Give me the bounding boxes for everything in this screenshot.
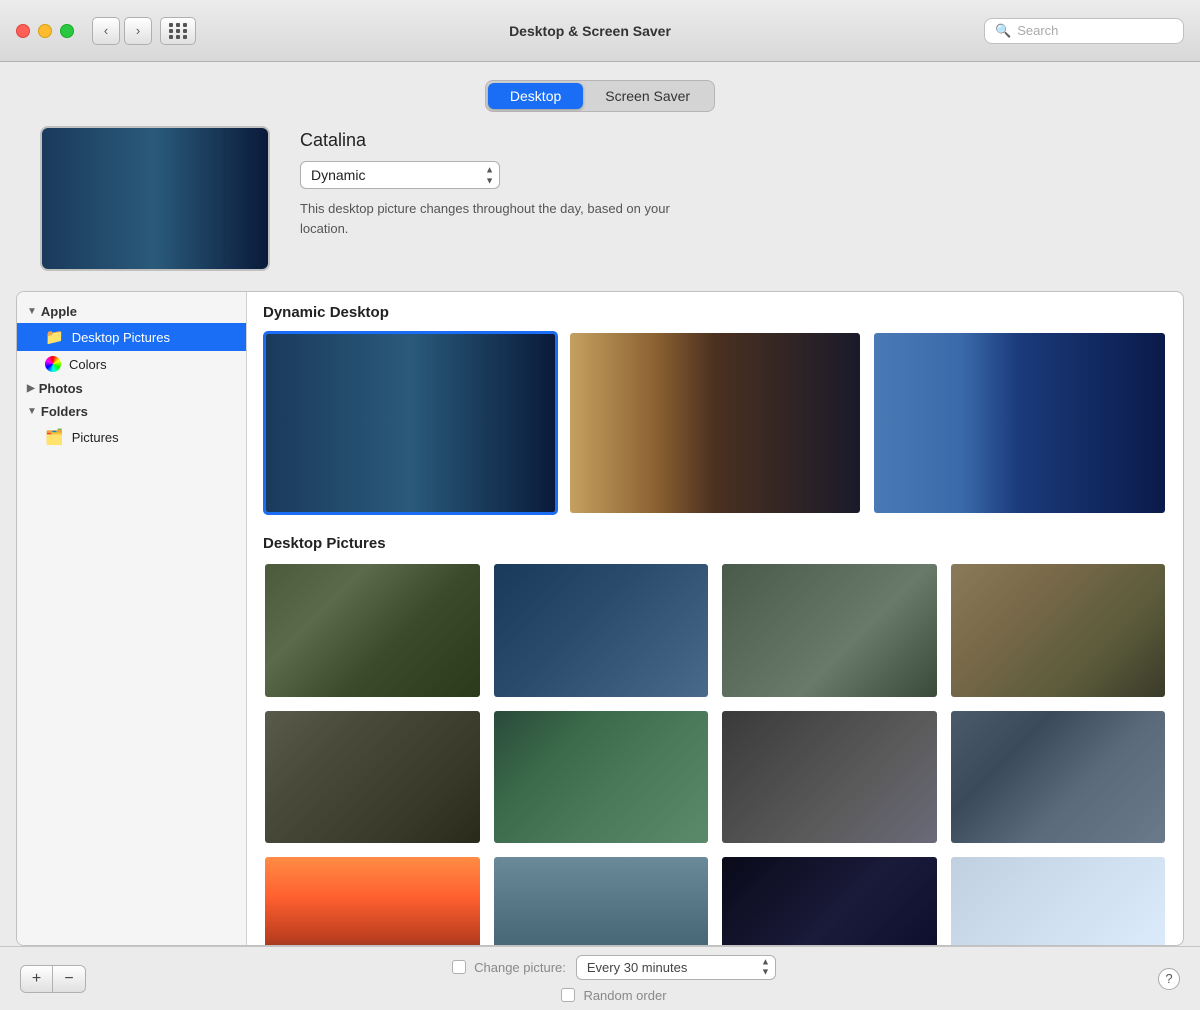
- nav-buttons: ‹ ›: [92, 17, 152, 45]
- preview-area: Catalina Dynamic Light (Still) Dark (Sti…: [0, 126, 1200, 291]
- change-picture-label: Change picture:: [474, 960, 566, 975]
- dynamic-thumb-3-image: [874, 333, 1165, 513]
- sidebar: ▼ Apple 📁 Desktop Pictures Colors ▶ Phot…: [17, 292, 247, 945]
- triangle-icon-folders: ▼: [27, 406, 37, 417]
- desktop-thumb-12[interactable]: [949, 855, 1168, 945]
- wallpaper-grid: Dynamic Desktop Desktop Pictures: [247, 292, 1183, 945]
- desktop-thumb-2[interactable]: [492, 562, 711, 699]
- dynamic-desktop-title: Dynamic Desktop: [263, 304, 1167, 321]
- desktop-thumb-11[interactable]: [720, 855, 939, 945]
- sidebar-item-desktop-pictures-label: Desktop Pictures: [72, 330, 170, 345]
- sidebar-item-pictures-label: Pictures: [72, 430, 119, 445]
- add-button[interactable]: +: [21, 966, 53, 992]
- minimize-button[interactable]: [38, 24, 52, 38]
- desktop-pictures-title: Desktop Pictures: [263, 535, 1167, 552]
- random-order-row: Random order: [561, 988, 666, 1003]
- triangle-icon-photos: ▶: [27, 383, 35, 394]
- desktop-thumb-10[interactable]: [492, 855, 711, 945]
- sidebar-section-apple-label: Apple: [41, 304, 77, 319]
- desktop-thumb-6[interactable]: [492, 709, 711, 846]
- random-order-checkbox[interactable]: [561, 988, 575, 1002]
- preview-name: Catalina: [300, 130, 680, 151]
- sidebar-item-colors[interactable]: Colors: [17, 351, 246, 377]
- add-remove-buttons: + −: [20, 965, 86, 993]
- preview-description: This desktop picture changes throughout …: [300, 199, 680, 238]
- window-title: Desktop & Screen Saver: [196, 23, 984, 39]
- sidebar-section-folders[interactable]: ▼ Folders: [17, 400, 246, 423]
- segment-control-wrapper: Desktop Screen Saver: [0, 62, 1200, 126]
- fullscreen-button[interactable]: [60, 24, 74, 38]
- segment-control: Desktop Screen Saver: [485, 80, 715, 112]
- desktop-thumb-8[interactable]: [949, 709, 1168, 846]
- desktop-thumb-4[interactable]: [949, 562, 1168, 699]
- search-bar: 🔍: [984, 18, 1184, 44]
- triangle-icon: ▼: [27, 306, 37, 317]
- pictures-folder-icon: 🗂️: [45, 428, 64, 446]
- close-button[interactable]: [16, 24, 30, 38]
- grid-view-button[interactable]: [160, 17, 196, 45]
- sidebar-item-pictures[interactable]: 🗂️ Pictures: [17, 423, 246, 451]
- change-picture-checkbox-label[interactable]: Change picture:: [452, 960, 566, 975]
- title-bar: ‹ › Desktop & Screen Saver 🔍: [0, 0, 1200, 62]
- grid-icon: [169, 23, 188, 39]
- traffic-lights: [16, 24, 74, 38]
- back-button[interactable]: ‹: [92, 17, 120, 45]
- dynamic-thumb-2[interactable]: [568, 331, 863, 515]
- random-order-label: Random order: [583, 988, 666, 1003]
- forward-button[interactable]: ›: [124, 17, 152, 45]
- tab-screen-saver[interactable]: Screen Saver: [583, 83, 712, 109]
- desktop-thumb-3[interactable]: [720, 562, 939, 699]
- preview-thumbnail: [40, 126, 270, 271]
- style-select[interactable]: Dynamic Light (Still) Dark (Still): [300, 161, 500, 189]
- search-input[interactable]: [1017, 23, 1173, 38]
- remove-button[interactable]: −: [53, 966, 85, 992]
- change-picture-row: Change picture: Every 5 seconds Every 1 …: [452, 955, 776, 980]
- tab-desktop[interactable]: Desktop: [488, 83, 583, 109]
- main-window: Desktop Screen Saver Catalina Dynamic Li…: [0, 62, 1200, 1010]
- sidebar-section-photos[interactable]: ▶ Photos: [17, 377, 246, 400]
- interval-select[interactable]: Every 5 seconds Every 1 minute Every 5 m…: [576, 955, 776, 980]
- interval-select-wrapper: Every 5 seconds Every 1 minute Every 5 m…: [576, 955, 776, 980]
- style-select-wrapper: Dynamic Light (Still) Dark (Still) ▲ ▼: [300, 161, 500, 189]
- preview-image: [42, 128, 268, 269]
- desktop-thumb-9[interactable]: [263, 855, 482, 945]
- change-picture-checkbox[interactable]: [452, 960, 466, 974]
- preview-info: Catalina Dynamic Light (Still) Dark (Sti…: [300, 126, 680, 238]
- dynamic-thumb-2-image: [570, 333, 861, 513]
- help-button[interactable]: ?: [1158, 968, 1180, 990]
- desktop-thumb-5[interactable]: [263, 709, 482, 846]
- bottom-bar: + − Change picture: Every 5 seconds Ever…: [0, 946, 1200, 1010]
- dynamic-select: Dynamic Light (Still) Dark (Still) ▲ ▼: [300, 161, 680, 189]
- desktop-thumb-7[interactable]: [720, 709, 939, 846]
- sidebar-section-photos-label: Photos: [39, 381, 83, 396]
- sidebar-item-colors-label: Colors: [69, 357, 107, 372]
- desktop-thumb-1[interactable]: [263, 562, 482, 699]
- dynamic-desktop-grid: [263, 331, 1167, 515]
- dynamic-thumb-1-image: [266, 334, 555, 512]
- dynamic-thumb-1[interactable]: [263, 331, 558, 515]
- sidebar-section-folders-label: Folders: [41, 404, 88, 419]
- content-split: ▼ Apple 📁 Desktop Pictures Colors ▶ Phot…: [16, 291, 1184, 946]
- color-wheel-icon: [45, 356, 61, 372]
- search-icon: 🔍: [995, 23, 1011, 39]
- folder-icon: 📁: [45, 328, 64, 346]
- desktop-pictures-grid: [263, 562, 1167, 945]
- sidebar-section-apple[interactable]: ▼ Apple: [17, 300, 246, 323]
- random-order-checkbox-label[interactable]: Random order: [561, 988, 666, 1003]
- dynamic-thumb-3[interactable]: [872, 331, 1167, 515]
- sidebar-item-desktop-pictures[interactable]: 📁 Desktop Pictures: [17, 323, 246, 351]
